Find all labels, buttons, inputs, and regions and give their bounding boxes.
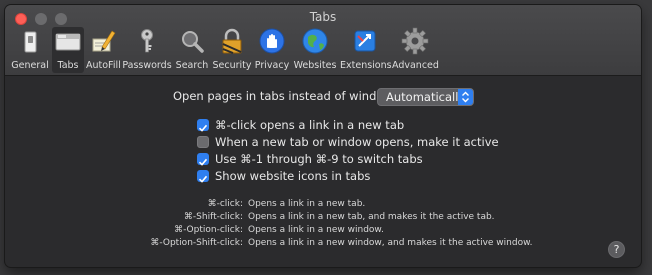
option-label: ⌘-click opens a link in a new tab: [215, 118, 405, 132]
checkbox-unchecked[interactable]: [197, 136, 209, 148]
tab-autofill[interactable]: AutoFill: [86, 27, 121, 73]
puzzle-icon: [354, 30, 376, 52]
preferences-toolbar: Tabs General Tabs AutoFill Passwords Sea…: [5, 5, 641, 76]
shortcut-row: ⌘-Option-Shift-click: Opens a link in a …: [5, 238, 641, 251]
tab-passwords-label: Passwords: [122, 60, 172, 71]
shortcut-desc: Opens a link in a new window.: [248, 225, 384, 235]
tab-privacy-label: Privacy: [254, 60, 290, 71]
autofill-pencil-icon: [92, 30, 116, 52]
tab-advanced[interactable]: Advanced: [392, 27, 439, 73]
open-pages-row: Open pages in tabs instead of windows: A…: [5, 88, 641, 108]
open-pages-label: Open pages in tabs instead of windows:: [173, 89, 403, 103]
shortcut-desc: Opens a link in a new tab.: [248, 199, 366, 209]
shortcut-row: ⌘-Shift-click: Opens a link in a new tab…: [5, 212, 641, 225]
option-label: Use ⌘-1 through ⌘-9 to switch tabs: [215, 152, 423, 166]
shortcut-row: ⌘-click: Opens a link in a new tab.: [5, 199, 641, 212]
tab-search-label: Search: [175, 60, 209, 71]
shortcut-key: ⌘-Shift-click:: [183, 212, 243, 222]
tab-search[interactable]: Search: [174, 27, 210, 73]
checkmark-icon: [198, 158, 208, 166]
tab-extensions-label: Extensions: [340, 60, 392, 71]
tab-security[interactable]: Security: [212, 27, 252, 73]
magnifier-icon: [182, 31, 204, 53]
checkbox-checked[interactable]: [197, 170, 209, 183]
tab-general[interactable]: General: [11, 27, 49, 73]
tab-autofill-label: AutoFill: [86, 60, 121, 71]
lock-icon: [222, 28, 242, 54]
tab-advanced-label: Advanced: [392, 60, 439, 71]
help-button[interactable]: ?: [608, 241, 625, 258]
chevron-updown-icon: [458, 89, 473, 105]
open-pages-value: Automatically: [386, 90, 466, 104]
tab-general-label: General: [11, 60, 49, 71]
preferences-window: Tabs General Tabs AutoFill Passwords Sea…: [5, 5, 641, 267]
key-icon: [141, 29, 153, 53]
tab-tabs[interactable]: Tabs: [52, 27, 84, 73]
tab-websites-label: Websites: [293, 60, 337, 71]
hand-icon: [259, 28, 285, 54]
option-label: When a new tab or window opens, make it …: [215, 135, 499, 149]
gear-icon: [401, 27, 429, 55]
shortcut-key: ⌘-Option-click:: [174, 225, 243, 235]
globe-icon: [302, 28, 328, 54]
general-switch-icon: [24, 31, 37, 53]
checkbox-checked[interactable]: [197, 119, 209, 132]
checkmark-icon: [198, 175, 208, 183]
tab-privacy[interactable]: Privacy: [254, 27, 290, 73]
window-title: Tabs: [309, 10, 337, 24]
option-label: Show website icons in tabs: [215, 169, 371, 183]
tab-websites[interactable]: Websites: [292, 27, 338, 73]
tab-security-label: Security: [212, 60, 252, 71]
tab-tabs-label: Tabs: [57, 60, 79, 71]
tab-passwords[interactable]: Passwords: [122, 27, 172, 73]
shortcut-row: ⌘-Option-click: Opens a link in a new wi…: [5, 225, 641, 238]
tabs-icon: [55, 33, 81, 51]
checkmark-icon: [198, 124, 208, 132]
open-pages-popup[interactable]: Automatically: [377, 88, 474, 106]
shortcut-desc: Opens a link in a new tab, and makes it …: [248, 212, 495, 222]
tab-extensions[interactable]: Extensions: [340, 27, 392, 73]
shortcut-key: ⌘-click:: [207, 199, 243, 209]
shortcut-desc: Opens a link in a new window, and makes …: [248, 238, 533, 248]
shortcut-key: ⌘-Option-Shift-click:: [150, 238, 243, 248]
checkbox-checked[interactable]: [197, 153, 209, 166]
